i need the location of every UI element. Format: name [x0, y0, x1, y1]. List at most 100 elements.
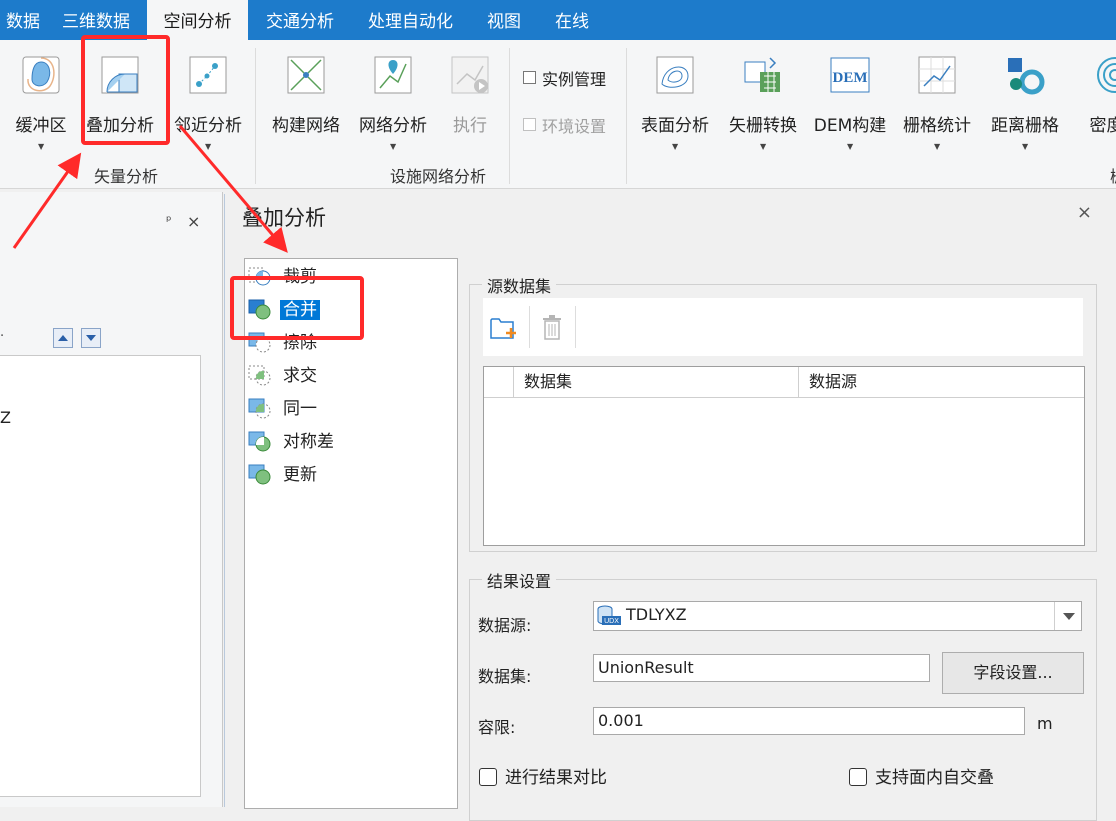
group-label-vector-analysis: 矢量分析 — [94, 167, 159, 186]
operation-identity[interactable]: 同一 — [248, 395, 320, 423]
field-settings-button[interactable]: 字段设置... — [942, 652, 1084, 694]
dropdown-arrow-icon: ▼ — [38, 142, 45, 151]
operation-symmetric-difference[interactable]: 对称差 — [248, 428, 337, 456]
execute-icon — [451, 56, 489, 94]
tab-data[interactable]: 数据 — [0, 0, 42, 40]
dem-build-label: DEM构建 — [813, 116, 887, 136]
group-separator — [509, 48, 510, 184]
tab-spatial-analysis[interactable]: 空间分析 — [147, 0, 248, 40]
toolbar-separator — [529, 306, 530, 348]
compare-results-checkbox[interactable]: 进行结果对比 — [479, 763, 607, 788]
layer-list[interactable]: Z — [0, 355, 201, 797]
build-network-label: 构建网络 — [272, 116, 340, 136]
dropdown-arrow-icon: ▼ — [934, 142, 941, 151]
ribbon-tab-bar: 数据 三维数据 空间分析 交通分析 处理自动化 视图 在线 — [0, 0, 1116, 40]
dialog-title: 叠加分析 — [242, 206, 326, 230]
database-icon: UDX — [597, 605, 621, 625]
tolerance-unit: m — [1037, 714, 1053, 733]
surface-analysis-label: 表面分析 — [641, 116, 709, 136]
checkbox-box — [523, 71, 536, 84]
density-analysis-button[interactable]: 密度分 — [1085, 50, 1116, 180]
table-header: 数据集 数据源 — [484, 367, 1084, 398]
network-analysis-button[interactable]: 网络分析 ▼ — [359, 50, 427, 180]
surface-analysis-icon — [656, 56, 694, 94]
proximity-analysis-button[interactable]: 邻近分析 ▼ — [174, 50, 242, 180]
dem-icon: DEM — [830, 57, 870, 93]
highlight-box-overlay-button — [81, 35, 170, 145]
dataset-name-input[interactable]: UnionResult — [593, 654, 930, 682]
row-header-column — [484, 367, 514, 397]
datasource-combobox[interactable]: UDX TDLYXZ — [593, 601, 1082, 631]
operation-intersect[interactable]: 求交 — [248, 362, 320, 390]
datasource-value: TDLYXZ — [626, 605, 687, 624]
source-dataset-legend: 源数据集 — [482, 273, 557, 297]
tab-traffic-analysis[interactable]: 交通分析 — [266, 0, 334, 40]
svg-text:UDX: UDX — [604, 618, 619, 625]
source-dataset-table[interactable]: 数据集 数据源 — [483, 366, 1085, 546]
buffer-button[interactable]: 缓冲区 ▼ — [12, 50, 70, 180]
add-dataset-button[interactable] — [489, 312, 519, 342]
checkbox-box — [849, 768, 867, 786]
pin-icon[interactable]: ᵖ — [166, 214, 172, 229]
datasource-label: 数据源: — [478, 616, 532, 635]
arrow-up-icon — [58, 335, 68, 341]
column-header-dataset[interactable]: 数据集 — [514, 367, 799, 397]
intersect-icon — [248, 364, 272, 386]
checkbox-box — [523, 118, 536, 131]
tab-3d-data[interactable]: 三维数据 — [62, 0, 130, 40]
delete-dataset-button[interactable] — [537, 312, 567, 342]
move-down-button[interactable] — [81, 328, 101, 348]
proximity-icon — [189, 56, 227, 94]
raster-statistics-label: 栅格统计 — [903, 116, 971, 136]
network-analysis-icon — [374, 56, 412, 94]
dropdown-arrow-icon: ▼ — [760, 142, 767, 151]
operation-label: 求交 — [283, 366, 317, 386]
identity-icon — [248, 397, 272, 419]
dropdown-arrow-icon: ▼ — [390, 142, 397, 151]
tab-automation[interactable]: 处理自动化 — [368, 0, 453, 40]
close-icon[interactable]: × — [1077, 202, 1092, 223]
trash-icon — [543, 315, 561, 340]
layer-item-fragment[interactable]: Z — [0, 408, 11, 427]
highlight-box-union-option — [230, 276, 364, 340]
instance-manager-checkbox[interactable]: 实例管理 — [523, 66, 606, 90]
chevron-down-icon[interactable] — [1054, 602, 1081, 630]
compare-results-label: 进行结果对比 — [505, 768, 607, 788]
instance-manager-label: 实例管理 — [542, 70, 607, 89]
update-icon — [248, 463, 272, 485]
buffer-label: 缓冲区 — [15, 116, 67, 136]
symmetric-difference-icon — [248, 430, 272, 452]
column-header-datasource[interactable]: 数据源 — [799, 367, 1084, 397]
density-label: 密度分 — [1089, 116, 1116, 136]
distance-raster-label: 距离栅格 — [991, 116, 1059, 136]
buffer-icon — [22, 56, 60, 94]
tolerance-input[interactable]: 0.001 — [593, 707, 1025, 735]
build-network-icon — [287, 56, 325, 94]
folder-add-icon — [490, 318, 516, 339]
self-intersection-checkbox[interactable]: 支持面内自交叠 — [849, 763, 994, 788]
operation-label: 同一 — [283, 399, 317, 419]
dem-build-button[interactable]: DEM DEM构建 ▼ — [814, 50, 886, 180]
move-up-button[interactable] — [53, 328, 73, 348]
tab-view[interactable]: 视图 — [487, 0, 521, 40]
result-settings-legend: 结果设置 — [482, 568, 557, 592]
vector-raster-conversion-button[interactable]: 矢栅转换 ▼ — [729, 50, 797, 180]
source-toolbar — [483, 298, 1083, 356]
distance-raster-button[interactable]: 距离栅格 ▼ — [991, 50, 1059, 180]
operation-update[interactable]: 更新 — [248, 461, 320, 489]
close-icon[interactable]: × — [187, 212, 200, 231]
environment-settings-checkbox[interactable]: 环境设置 — [523, 113, 606, 137]
operation-label: 更新 — [283, 465, 317, 485]
density-icon — [1097, 57, 1116, 93]
execute-label: 执行 — [453, 116, 487, 136]
group-separator — [626, 48, 627, 184]
raster-statistics-button[interactable]: 栅格统计 ▼ — [903, 50, 971, 180]
dropdown-arrow-icon: ▼ — [1022, 142, 1029, 151]
group-label-raster-cut: 栅 — [1110, 163, 1116, 187]
tab-online[interactable]: 在线 — [555, 0, 589, 40]
operation-list: 裁剪 合并 擦除 求交 同一 对称差 更新 — [244, 258, 458, 809]
proximity-label: 邻近分析 — [174, 116, 242, 136]
execute-button[interactable]: 执行 — [450, 50, 490, 180]
surface-analysis-button[interactable]: 表面分析 ▼ — [641, 50, 709, 180]
build-network-button[interactable]: 构建网络 — [272, 50, 340, 180]
